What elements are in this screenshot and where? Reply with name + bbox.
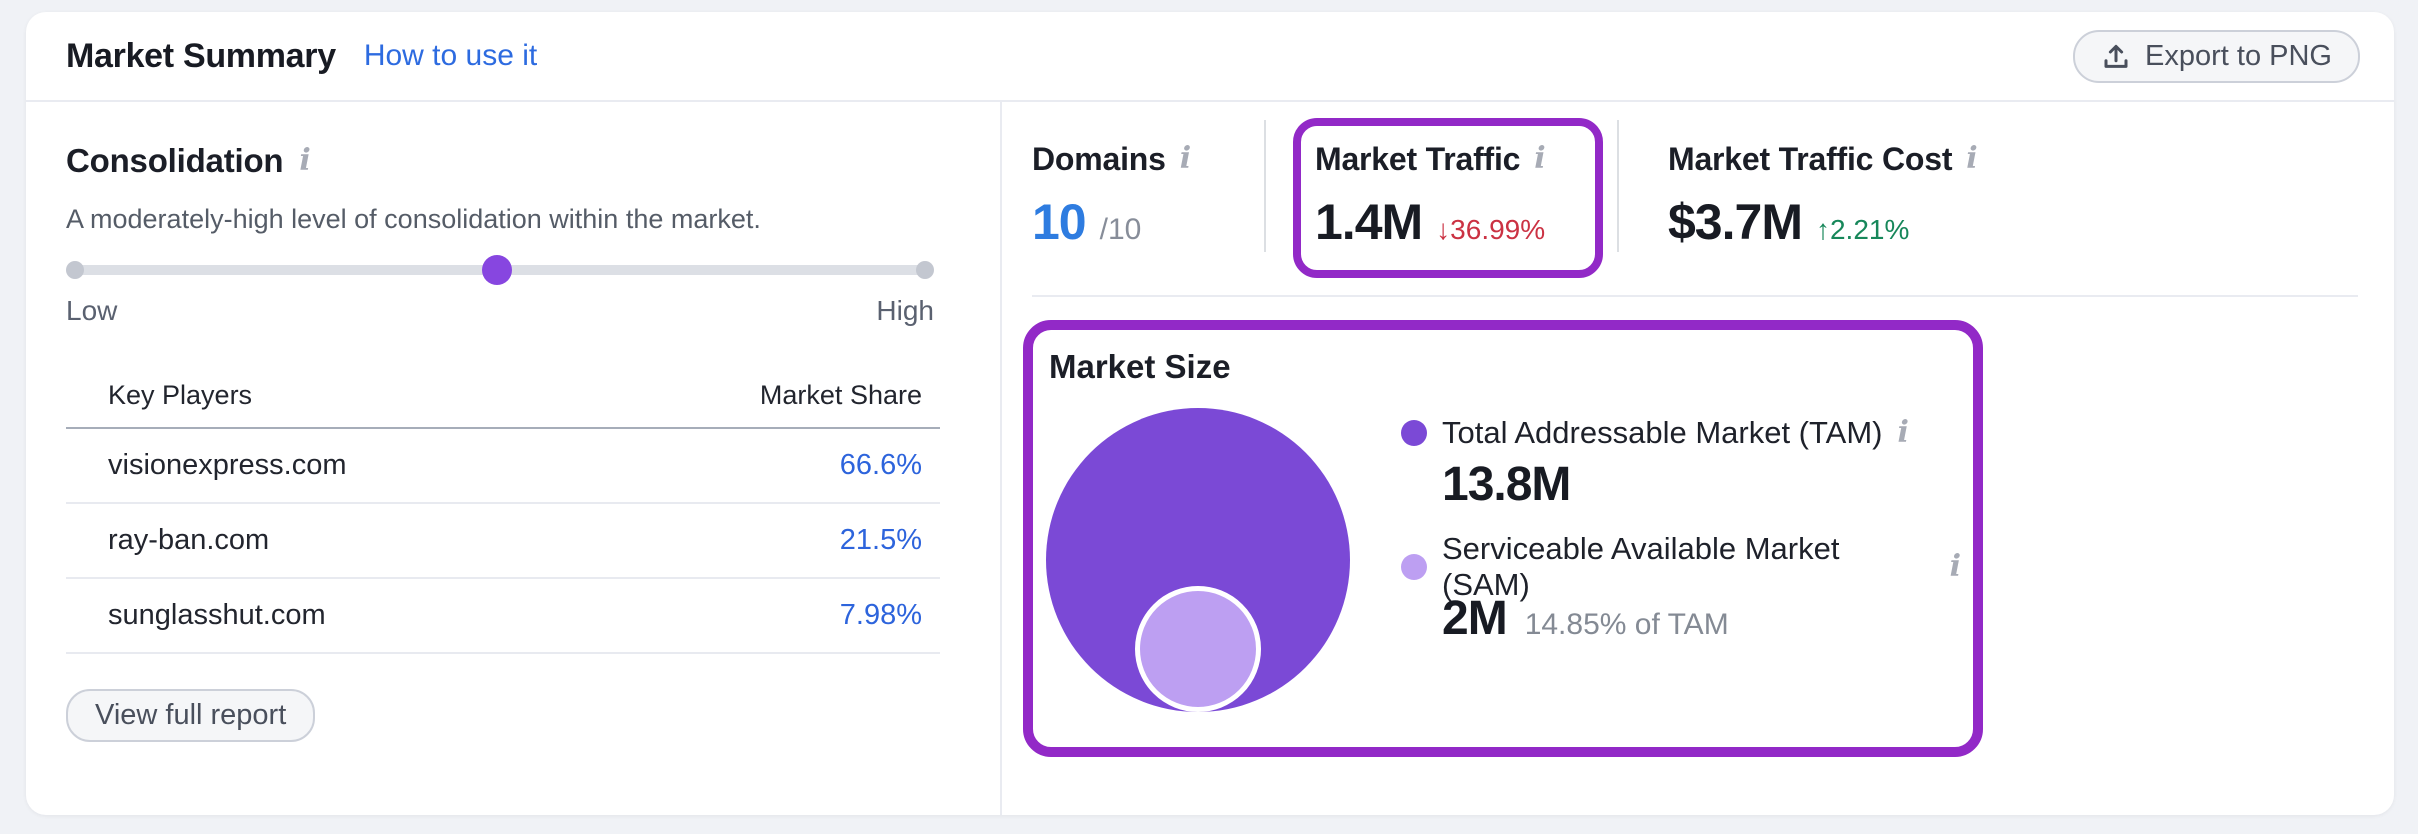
slider-thumb — [482, 255, 512, 285]
slider-labels: Low High — [66, 295, 934, 327]
export-to-png-button[interactable]: Export to PNG — [2073, 30, 2360, 83]
view-full-report-button[interactable]: View full report — [66, 689, 315, 742]
domains-info-icon[interactable]: i — [1180, 144, 1191, 174]
domain-cell: visionexpress.com — [66, 428, 592, 503]
view-full-report-label: View full report — [95, 699, 286, 732]
share-cell: 21.5% — [592, 503, 940, 578]
market-traffic-cost-change: ↑2.21% — [1816, 214, 1909, 246]
consolidation-header: Consolidation i — [66, 142, 311, 180]
domain-cell: sunglasshut.com — [66, 578, 592, 653]
market-traffic-cost-value: $3.7M — [1668, 194, 1802, 250]
metric-divider — [1264, 120, 1266, 252]
slider-high-endpoint-dot — [916, 261, 934, 279]
market-summary-card: Market Summary How to use it Export to P… — [26, 12, 2394, 815]
market-size-legend: Total Addressable Market (TAM) i 13.8M S… — [1401, 418, 1961, 646]
sam-share-note: 14.85% of TAM — [1525, 608, 1729, 642]
sam-legend-row: Serviceable Available Market (SAM) i — [1401, 552, 1961, 582]
sam-legend-dot — [1401, 554, 1427, 580]
market-size-section: Market Size Total Addressable Market (TA… — [1023, 320, 1983, 757]
metrics-section-divider — [1032, 295, 2358, 297]
sam-info-icon[interactable]: i — [1950, 552, 1961, 582]
tam-label: Total Addressable Market (TAM) — [1442, 415, 1882, 451]
consolidation-title: Consolidation — [66, 142, 283, 180]
sam-bubble — [1135, 586, 1261, 712]
consolidation-slider — [66, 252, 934, 288]
column-divider — [1000, 100, 1002, 815]
card-header: Market Summary How to use it — [66, 12, 537, 100]
sam-value: 2M — [1442, 592, 1507, 646]
tam-legend-row: Total Addressable Market (TAM) i — [1401, 418, 1961, 448]
consolidation-info-icon[interactable]: i — [299, 146, 310, 176]
export-button-label: Export to PNG — [2145, 40, 2332, 73]
table-row: visionexpress.com 66.6% — [66, 428, 940, 503]
market-size-title: Market Size — [1049, 348, 1231, 386]
table-header-row: Key Players Market Share — [66, 364, 940, 428]
tam-info-icon[interactable]: i — [1897, 418, 1908, 448]
header-divider — [26, 100, 2394, 102]
table-row: ray-ban.com 21.5% — [66, 503, 940, 578]
market-traffic-metric: Market Traffic i 1.4M ↓36.99% — [1315, 138, 1546, 250]
market-traffic-label: Market Traffic — [1315, 141, 1520, 178]
market-traffic-change: ↓36.99% — [1436, 214, 1545, 246]
domains-value: 10 — [1032, 194, 1086, 250]
tam-legend-dot — [1401, 420, 1427, 446]
domain-cell: ray-ban.com — [66, 503, 592, 578]
market-traffic-value: 1.4M — [1315, 194, 1422, 250]
metric-divider — [1617, 120, 1619, 252]
how-to-use-link[interactable]: How to use it — [364, 39, 537, 73]
share-cell: 7.98% — [592, 578, 940, 653]
share-cell: 66.6% — [592, 428, 940, 503]
market-traffic-cost-label: Market Traffic Cost — [1668, 141, 1952, 178]
consolidation-description: A moderately-high level of consolidation… — [66, 204, 761, 235]
upload-icon — [2101, 42, 2131, 72]
key-players-column-header: Key Players — [66, 364, 592, 428]
market-share-column-header: Market Share — [592, 364, 940, 428]
slider-low-endpoint-dot — [66, 261, 84, 279]
market-traffic-cost-metric: Market Traffic Cost i $3.7M ↑2.21% — [1668, 138, 1978, 250]
slider-low-label: Low — [66, 295, 117, 327]
sam-label: Serviceable Available Market (SAM) — [1442, 531, 1935, 603]
market-traffic-info-icon[interactable]: i — [1534, 144, 1545, 174]
market-traffic-cost-info-icon[interactable]: i — [1966, 144, 1977, 174]
domains-denominator: /10 — [1100, 213, 1142, 247]
tam-value: 13.8M — [1442, 458, 1570, 512]
page-title: Market Summary — [66, 37, 336, 76]
key-players-table: Key Players Market Share visionexpress.c… — [66, 364, 940, 654]
table-row: sunglasshut.com 7.98% — [66, 578, 940, 653]
domains-label: Domains — [1032, 141, 1166, 178]
domains-metric: Domains i 10 /10 — [1032, 138, 1191, 250]
slider-high-label: High — [876, 295, 934, 327]
